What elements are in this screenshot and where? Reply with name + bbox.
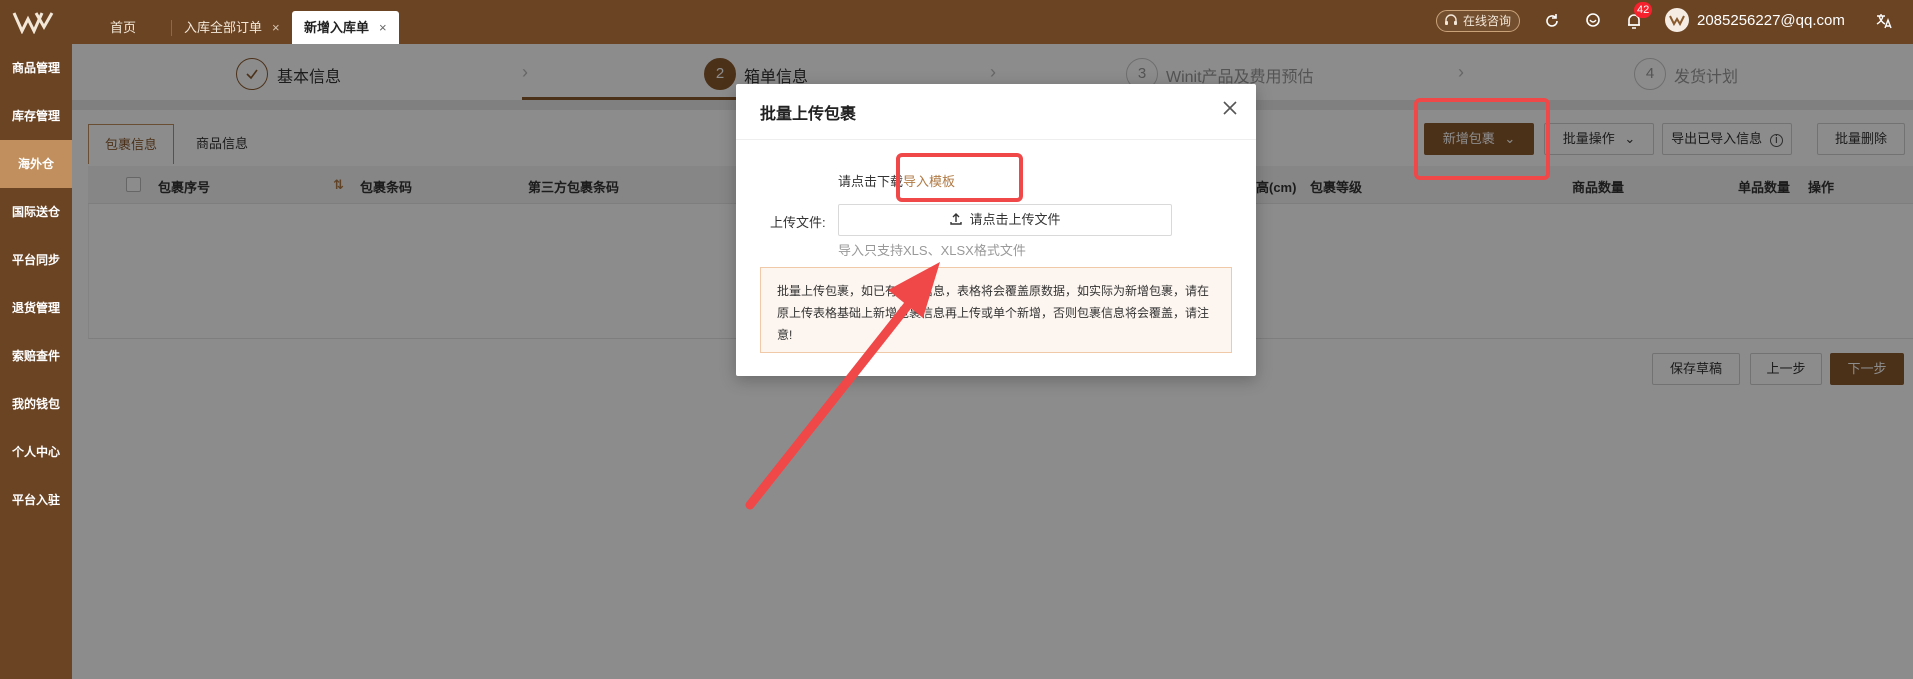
- sidebar-item-international-delivery[interactable]: 国际送仓: [0, 188, 72, 236]
- sidebar-item-wallet[interactable]: 我的钱包: [0, 380, 72, 428]
- modal-title: 批量上传包裹: [760, 106, 857, 123]
- modal-divider: [736, 139, 1256, 140]
- close-icon[interactable]: ×: [272, 20, 280, 35]
- tab-label: 首页: [110, 20, 137, 35]
- sidebar-item-claims[interactable]: 索赔查件: [0, 332, 72, 380]
- overwrite-warning: 批量上传包裹，如已有包裹信息，表格将会覆盖原数据，如实际为新增包裹，请在原上传表…: [760, 267, 1232, 353]
- close-icon[interactable]: [1220, 98, 1240, 118]
- tab-label: 入库全部订单: [184, 20, 263, 35]
- sidebar: 商品管理 库存管理 海外仓 国际送仓 平台同步 退货管理 索赔查件 我的钱包 个…: [0, 44, 72, 679]
- sidebar-item-platform-onboarding[interactable]: 平台入驻: [0, 476, 72, 524]
- headset-icon: [1445, 14, 1457, 25]
- top-bar: 首页 入库全部订单 × 新增入库单 × 在线咨询 42 2085256227@qq.…: [0, 0, 1913, 44]
- sidebar-item-overseas-warehouse[interactable]: 海外仓: [0, 140, 72, 188]
- upload-icon: [950, 213, 963, 225]
- online-consult-button[interactable]: 在线咨询: [1436, 10, 1520, 32]
- tab-inbound-all-orders[interactable]: 入库全部订单 ×: [172, 11, 292, 44]
- notification-badge: 42: [1634, 2, 1653, 18]
- file-format-hint: 导入只支持XLS、XLSX格式文件: [838, 243, 1026, 258]
- sidebar-item-products[interactable]: 商品管理: [0, 44, 72, 92]
- online-consult-label: 在线咨询: [1463, 14, 1512, 28]
- sidebar-item-inventory[interactable]: 库存管理: [0, 92, 72, 140]
- upload-file-button-label: 请点击上传文件: [969, 212, 1061, 227]
- sidebar-item-returns[interactable]: 退货管理: [0, 284, 72, 332]
- avatar[interactable]: [1665, 8, 1689, 32]
- tab-home[interactable]: 首页: [98, 11, 148, 44]
- close-icon[interactable]: ×: [379, 20, 387, 35]
- sidebar-item-profile[interactable]: 个人中心: [0, 428, 72, 476]
- tab-new-inbound-order[interactable]: 新增入库单 ×: [292, 11, 399, 44]
- user-email[interactable]: 2085256227@qq.com: [1697, 12, 1845, 29]
- logo-icon: [1669, 15, 1685, 27]
- overwrite-warning-text: 批量上传包裹，如已有包裹信息，表格将会覆盖原数据，如实际为新增包裹，请在原上传表…: [777, 284, 1210, 342]
- upload-file-label: 上传文件:: [770, 215, 826, 230]
- tab-label: 新增入库单: [304, 20, 370, 35]
- translate-icon[interactable]: [1874, 11, 1894, 31]
- refresh-icon[interactable]: [1542, 11, 1562, 31]
- location-icon[interactable]: [1583, 11, 1603, 31]
- batch-upload-modal: 批量上传包裹 请点击下载导入模板 上传文件: 请点击上传文件 导入只支持XLS、…: [736, 84, 1256, 376]
- logo-icon[interactable]: [12, 10, 58, 34]
- annotation-highlight-add-package: [1414, 98, 1550, 180]
- annotation-highlight-download-template: [896, 153, 1023, 202]
- sidebar-item-platform-sync[interactable]: 平台同步: [0, 236, 72, 284]
- upload-file-button[interactable]: 请点击上传文件: [838, 204, 1172, 236]
- download-prefix: 请点击下载: [838, 174, 904, 189]
